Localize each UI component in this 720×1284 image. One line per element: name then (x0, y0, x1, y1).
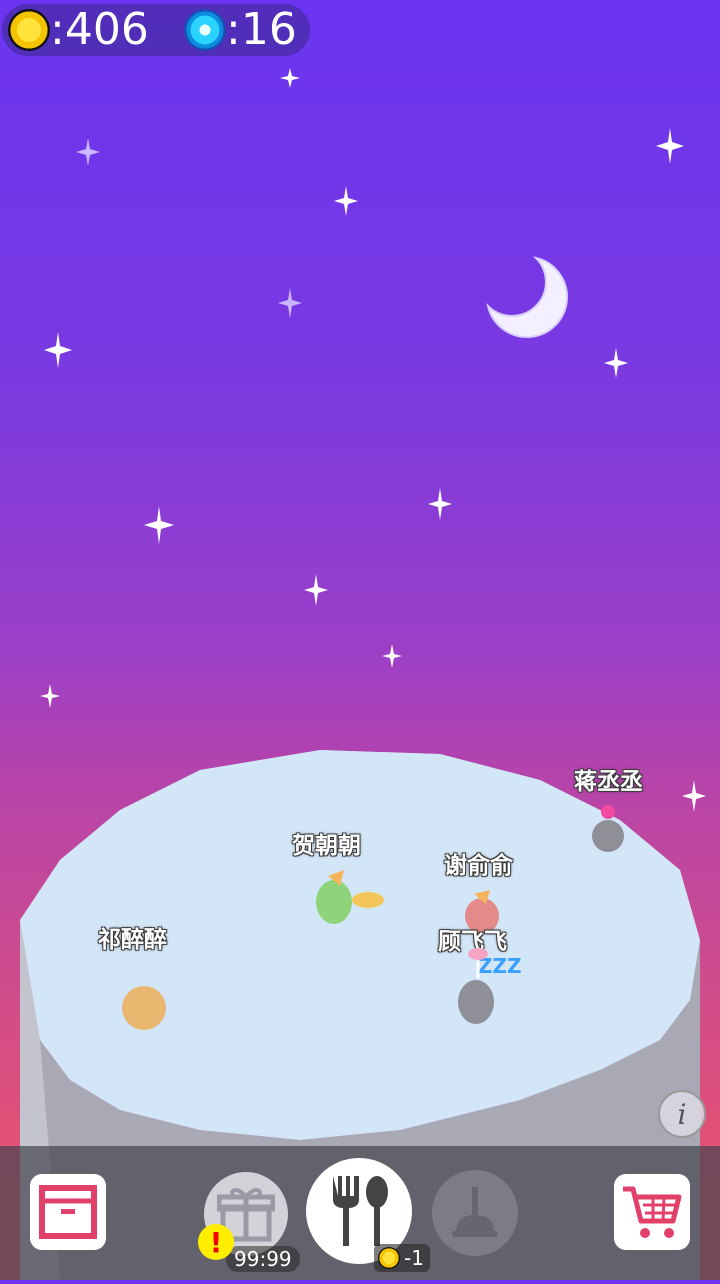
gold-coin-icon (378, 1247, 400, 1269)
pet-character[interactable] (312, 864, 388, 932)
star-icon (280, 68, 300, 88)
pet-character[interactable] (118, 976, 170, 1038)
pet-name-label: 谢俞俞 (444, 853, 513, 879)
gift-alert-badge: ! (198, 1224, 234, 1260)
info-icon: i (677, 1097, 687, 1131)
storage-box-icon (39, 1185, 97, 1239)
coin-count: :406 (50, 4, 149, 55)
star-icon (382, 644, 402, 668)
star-icon (656, 128, 684, 164)
inventory-button[interactable] (30, 1174, 106, 1250)
pet-name-label: 祁醉醉 (98, 927, 167, 953)
pet-name-label: 蒋丞丞 (574, 769, 643, 795)
pet-character[interactable] (454, 946, 500, 1030)
shopping-cart-icon (623, 1186, 682, 1238)
crescent-moon-icon (480, 252, 572, 348)
blue-gem-icon (184, 9, 226, 51)
info-button[interactable]: i (658, 1090, 706, 1138)
pet-name-label: 贺朝朝 (292, 833, 361, 859)
gem-count: :16 (226, 4, 297, 55)
feed-cost-value: -1 (404, 1246, 424, 1270)
star-icon (604, 348, 628, 378)
star-icon (44, 332, 72, 368)
pet-character[interactable] (588, 802, 628, 858)
feed-cost: -1 (374, 1244, 430, 1272)
plunger-icon (452, 1187, 498, 1237)
star-icon (40, 684, 60, 708)
gift-timer: 99:99 (226, 1246, 300, 1272)
fork-spoon-icon (333, 1176, 388, 1246)
gold-coin-icon (8, 9, 50, 51)
star-icon (144, 506, 174, 544)
star-icon (278, 288, 302, 318)
coin-counter: :406 (8, 4, 149, 56)
clean-button[interactable] (432, 1170, 518, 1256)
star-icon (76, 138, 100, 166)
star-icon (304, 574, 328, 606)
gem-counter: :16 (184, 4, 297, 56)
currency-bar: :406 :16 (2, 4, 310, 56)
shop-button[interactable] (614, 1174, 690, 1250)
star-icon (428, 488, 452, 520)
star-icon (334, 186, 358, 216)
